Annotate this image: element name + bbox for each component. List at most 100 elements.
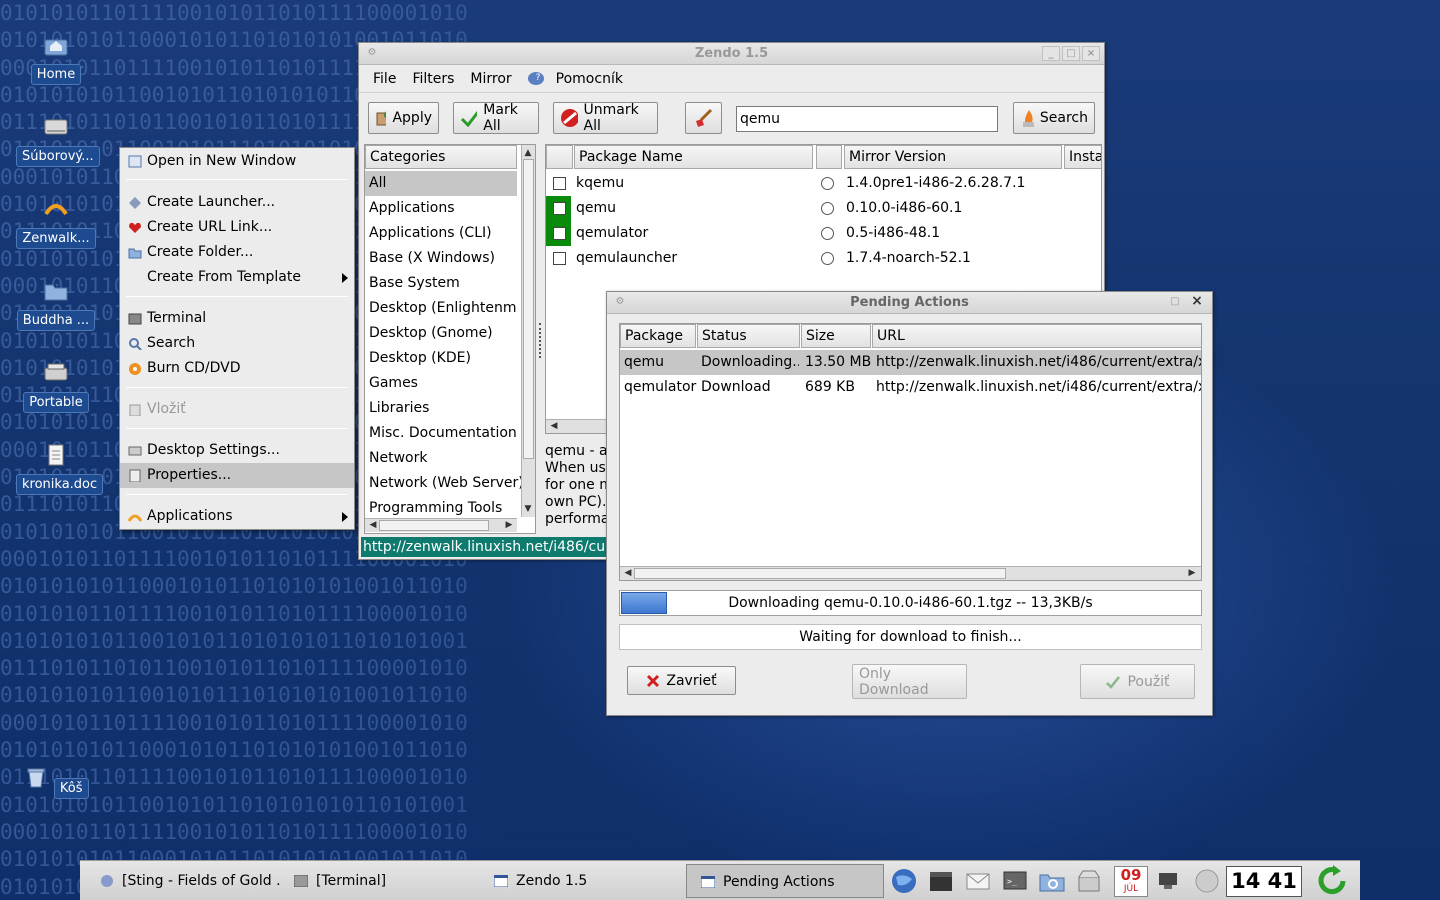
scroll-left-arrow[interactable]: ◀ [548,420,560,432]
package-checkbox[interactable] [553,202,566,215]
url-column-header[interactable]: URL [872,324,1201,348]
menu-file[interactable]: File [365,71,404,87]
menu-properties[interactable]: Properties... [120,463,354,488]
close-dialog-button[interactable]: Zavrieť [627,666,736,695]
task-media-player[interactable]: [Sting - Fields of Gold ... [86,864,282,898]
status-column-header[interactable]: Status [697,324,800,348]
category-item[interactable]: Network [369,450,427,466]
category-item[interactable]: Network (Web Server) [369,475,524,491]
category-item[interactable]: Applications [369,200,455,216]
category-item[interactable]: Games [369,375,418,391]
close-button[interactable]: × [1082,46,1100,61]
menu-paste[interactable]: Vložiť [120,397,354,422]
package-name[interactable]: kqemu [576,175,624,191]
package-column-header[interactable]: Package [620,324,696,348]
scroll-right-arrow[interactable]: ▶ [503,519,515,531]
minimize-button[interactable]: _ [1042,46,1060,61]
terminal-launcher-icon[interactable]: >_ [1001,867,1029,895]
mail-icon[interactable] [964,867,992,895]
maximize-button[interactable]: □ [1166,295,1184,310]
close-button[interactable]: × [1188,294,1206,310]
categories-header[interactable]: Categories [365,145,517,169]
volume-icon[interactable] [1193,867,1221,895]
menu-create-from-template[interactable]: Create From Template [120,265,354,290]
category-item[interactable]: Programming Tools [369,500,502,516]
scroll-thumb[interactable] [523,159,534,459]
web-browser-icon[interactable] [890,867,918,895]
desktop-icon-buddha[interactable]: Buddha ... [16,280,96,331]
menu-desktop-settings[interactable]: Desktop Settings... [120,438,354,463]
zendo-titlebar[interactable]: Zendo 1.5 ⚙ _ □ × [359,43,1104,65]
desktop-icon-zenwalk[interactable]: Zenwalk... [16,198,96,249]
desktop-icon-trash[interactable]: Kôš [16,766,96,799]
package-checkbox[interactable] [553,227,566,240]
category-item[interactable]: Misc. Documentation [369,425,517,441]
menu-create-url-link[interactable]: Create URL Link... [120,215,354,240]
only-download-button[interactable]: Only Download [852,664,967,699]
apply-button[interactable]: Apply [368,102,439,134]
menu-create-launcher[interactable]: Create Launcher... [120,190,354,215]
menu-search[interactable]: Search [120,331,354,356]
menu-applications[interactable]: Applications [120,504,354,529]
scroll-left-arrow[interactable]: ◀ [367,519,379,531]
category-item[interactable]: Libraries [369,400,429,416]
task-pending-actions[interactable]: Pending Actions [686,864,884,898]
desktop-icon-portable[interactable]: Portable [16,362,96,413]
category-item[interactable]: Desktop (Enlightenme [369,300,517,316]
desktop-icon-filesystem[interactable]: Súborový... [16,116,100,167]
status-column-header[interactable] [816,145,842,169]
category-item[interactable]: Desktop (KDE) [369,350,471,366]
menu-filters[interactable]: Filters [404,71,462,87]
package-name[interactable]: qemu [576,200,616,216]
video-clapper-icon[interactable] [927,867,955,895]
calendar-widget[interactable]: 09 JÚL [1114,866,1148,897]
search-button[interactable]: Search [1013,102,1095,134]
package-name[interactable]: qemulator [576,225,648,241]
task-zendo[interactable]: Zendo 1.5 [480,864,676,898]
package-name[interactable]: qemulauncher [576,250,677,266]
scroll-right-arrow[interactable]: ▶ [1186,567,1198,579]
scroll-down-arrow[interactable]: ▼ [522,503,534,515]
menu-mirror[interactable]: Mirror [462,71,519,87]
task-terminal[interactable]: [Terminal] [280,864,476,898]
package-checkbox[interactable] [553,252,566,265]
menu-open-new-window[interactable]: Open in New Window [120,149,354,174]
desktop-icon-home[interactable]: Home [16,34,96,85]
apply-changes-button[interactable]: Použiť [1080,664,1195,699]
unmark-all-button[interactable]: Unmark All [553,102,658,134]
category-item[interactable]: Applications (CLI) [369,225,492,241]
category-item[interactable]: All [369,175,386,191]
category-item[interactable]: Desktop (Gnome) [369,325,493,341]
search-input[interactable]: qemu [736,106,998,132]
package-checkbox[interactable] [553,177,566,190]
scroll-up-arrow[interactable]: ▲ [522,147,534,159]
categories-hscroll[interactable]: ◀ ▶ [365,518,517,532]
menu-help[interactable]: ? Pomocník [520,71,639,87]
clear-button[interactable] [685,102,722,134]
clock[interactable]: 14 41 [1226,866,1302,897]
desktop-icon-kronika[interactable]: kronika.doc [16,444,104,495]
maximize-button[interactable]: □ [1062,46,1080,61]
categories-vscroll[interactable]: ▲ ▼ [521,145,535,517]
size-column-header[interactable]: Size [801,324,871,348]
menu-terminal[interactable]: Terminal [120,306,354,331]
package-name-header[interactable]: Package Name [574,145,813,169]
pending-hscroll[interactable]: ◀ ▶ [620,566,1201,580]
installed-version-header[interactable]: Insta [1064,145,1101,169]
mark-column-header[interactable] [546,145,573,169]
network-icon[interactable] [1154,867,1182,895]
menu-burn-cd-dvd[interactable]: Burn CD/DVD [120,356,354,381]
window-menu-icon[interactable]: ⚙ [363,46,381,61]
scroll-thumb[interactable] [379,520,489,531]
window-menu-icon[interactable]: ⚙ [611,295,629,310]
file-search-icon[interactable] [1038,867,1066,895]
scroll-left-arrow[interactable]: ◀ [622,567,634,579]
update-refresh-icon[interactable] [1315,864,1349,898]
category-item[interactable]: Base (X Windows) [369,250,495,266]
pending-titlebar[interactable]: Pending Actions ⚙ □ × [607,292,1212,314]
menu-create-folder[interactable]: Create Folder... [120,240,354,265]
mirror-version-header[interactable]: Mirror Version [844,145,1062,169]
mark-all-button[interactable]: Mark All [453,102,539,134]
pane-splitter[interactable] [539,323,542,358]
scroll-thumb[interactable] [634,568,1006,579]
